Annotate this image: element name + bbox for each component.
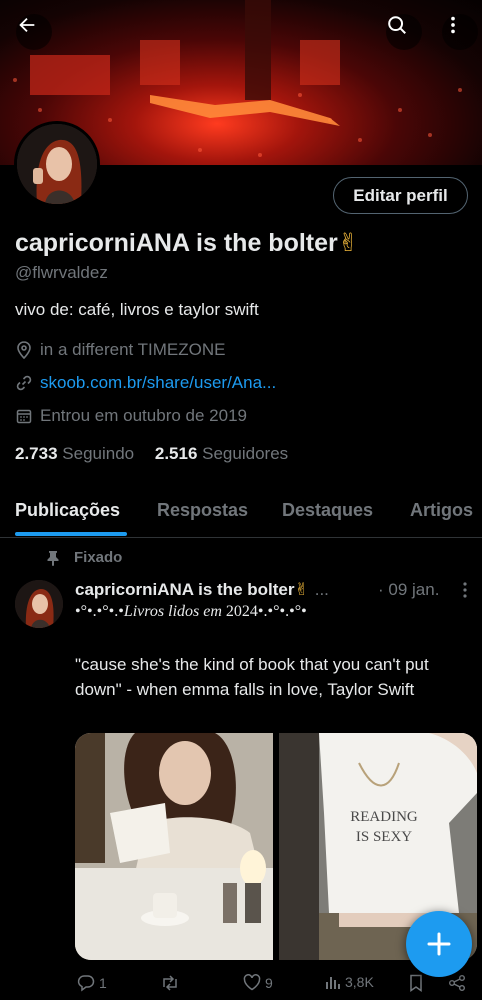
website-link[interactable]: skoob.com.br/share/user/Ana... [40,373,276,393]
joined-row: Entrou em outubro de 2019 [15,406,247,426]
more-vertical-icon [451,16,455,34]
pin-icon [47,550,59,566]
reply-icon [77,975,95,992]
following-count: 2.733 [15,444,58,463]
victory-hand-emoji: ✌ [294,580,309,599]
reply-count: 1 [99,975,107,991]
more-vertical-icon [463,582,467,598]
link-icon [15,374,33,392]
views-bar-chart-icon [326,977,340,989]
back-button[interactable] [16,14,52,50]
views-button[interactable]: 3,8K [325,974,374,990]
post-author-avatar[interactable] [15,580,63,628]
avatar-image [15,580,63,628]
tab-publicacoes[interactable]: Publicações [15,500,120,521]
location-row: in a different TIMEZONE [15,340,226,360]
profile-tabs: Publicações Respostas Destaques Artigos [0,485,482,538]
post-actions: 1 9 3,8K [0,972,482,1000]
following-label: Seguindo [62,444,135,463]
reply-button[interactable]: 1 [77,974,107,992]
title-suffix: 2024•.•°•.•°• [225,603,307,620]
tab-respostas[interactable]: Respostas [157,500,248,521]
compose-post-button[interactable] [406,911,472,977]
location-pin-icon [15,341,33,359]
name-ellipsis: ... [314,580,329,599]
location-text: in a different TIMEZONE [40,340,226,359]
tab-destaques[interactable]: Destaques [282,500,373,521]
share-button[interactable] [448,974,466,992]
post-header: capricorniANA is the bolter ✌ ... [75,580,329,600]
photo-woman-reading [75,733,273,960]
website-row: skoob.com.br/share/user/Ana... [15,373,276,393]
bookmark-icon [410,974,422,992]
post-image-reading[interactable] [75,733,273,960]
follow-stats: 2.733 Seguindo 2.516 Seguidores [15,444,288,464]
followers-count: 2.516 [154,444,198,463]
calendar-icon [15,407,33,425]
repost-icon [163,975,177,991]
search-button[interactable] [386,14,422,50]
display-name-text: capricorniANA is the bolter [15,229,338,257]
title-italic: Livros lidos em [123,603,222,620]
display-name: capricorniANA is the bolter✌ [15,228,359,258]
followers-link[interactable]: 2.516 Seguidores [155,444,288,463]
shirt-text-line2: IS SEXY [356,829,412,845]
view-count: 3,8K [345,974,374,990]
followers-label: Seguidores [202,444,289,463]
edit-profile-button[interactable]: Editar perfil [333,177,468,214]
title-prefix: •°•.•°•.• [75,603,124,620]
username-handle: @flwrvaldez [15,263,108,282]
post-more-button[interactable] [458,580,472,605]
like-button[interactable]: 9 [243,974,273,991]
pinned-text: Fixado [74,549,123,566]
post-body-text: "cause she's the kind of book that you c… [75,655,429,699]
profile-bio: vivo de: café, livros e taylor swift [15,300,259,319]
search-icon [388,16,406,34]
tab-artigos[interactable]: Artigos [410,500,473,521]
post-title-line: •°•.•°•.•Livros lidos em 2024•.•°•.•°• [75,603,307,621]
shirt-text-line1: READING [350,809,418,825]
victory-hand-emoji: ✌ [337,229,359,257]
post-date[interactable]: · 09 jan. [378,580,439,600]
like-count: 9 [265,974,273,991]
more-button[interactable] [442,14,478,50]
heart-icon [243,974,261,991]
arrow-left-icon [19,17,35,33]
post-author-name[interactable]: capricorniANA is the bolter [75,580,294,600]
pinned-label: Fixado [46,549,122,566]
avatar-image [17,124,97,204]
following-link[interactable]: 2.733 Seguindo [15,444,134,463]
bookmark-button[interactable] [408,974,424,992]
share-icon [449,975,465,991]
plus-icon [427,932,451,956]
profile-avatar[interactable] [14,121,100,207]
repost-button[interactable] [160,974,184,992]
joined-text: Entrou em outubro de 2019 [40,406,247,425]
active-tab-indicator [15,532,127,536]
